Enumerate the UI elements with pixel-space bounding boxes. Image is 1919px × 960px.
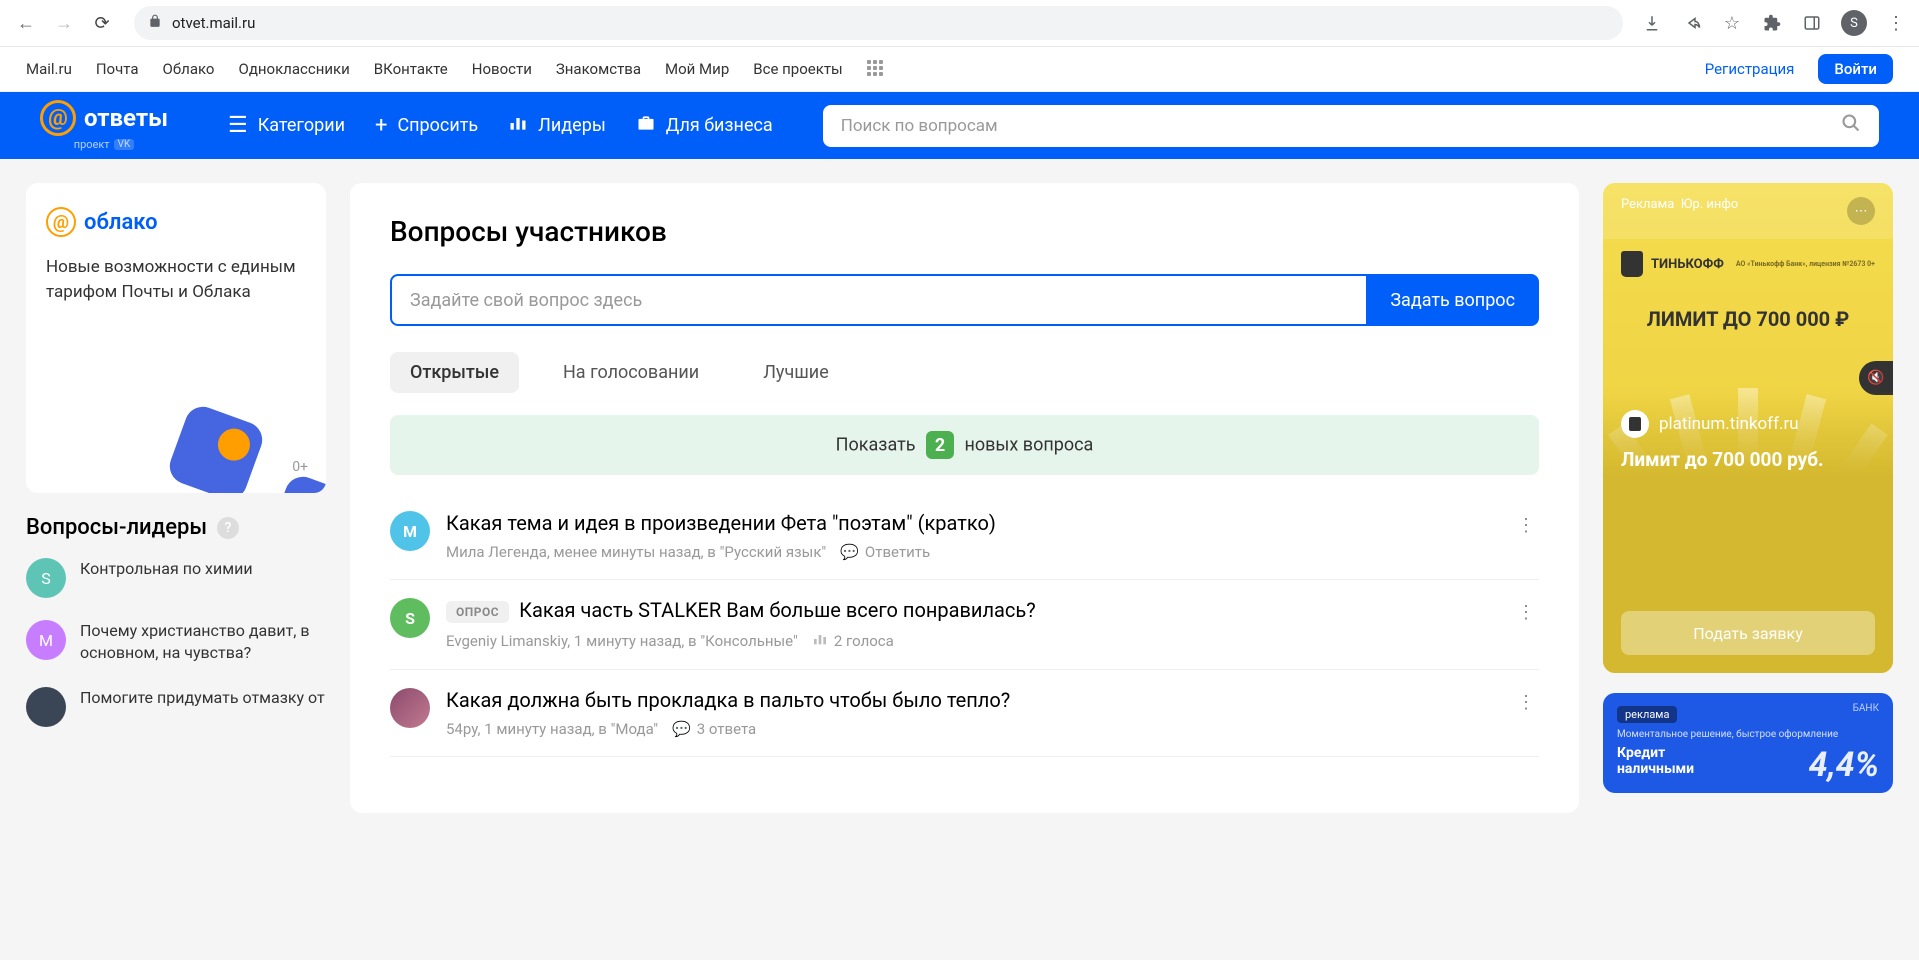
more-icon[interactable]: ⋮	[1513, 688, 1539, 717]
at-icon: @	[40, 100, 76, 136]
leaders-title: Вопросы-лидеры ?	[26, 515, 326, 540]
answers-icon: 💬	[672, 720, 691, 738]
leaders-button[interactable]: Лидеры	[508, 113, 606, 139]
menu-icon[interactable]: ⋮	[1885, 12, 1907, 34]
reply-icon: 💬	[840, 543, 859, 561]
briefcase-icon	[636, 113, 656, 139]
mute-icon[interactable]: 🔇	[1859, 361, 1893, 395]
question-meta: Evgeniy Limanskiy, 1 минуту назад, в "Ко…	[446, 631, 1497, 651]
nav-ok[interactable]: Одноклассники	[239, 60, 350, 78]
avatar[interactable]: S	[390, 598, 430, 638]
tab-best[interactable]: Лучшие	[743, 352, 849, 393]
list-icon: ☰	[228, 113, 248, 138]
avatar[interactable]	[390, 688, 430, 728]
tinkoff-ad[interactable]: Реклама Юр. инфо ⋯ ТИНЬКОФФ АО «Тинькофф…	[1603, 183, 1893, 673]
business-button[interactable]: Для бизнеса	[636, 113, 773, 139]
avatar	[26, 687, 66, 727]
ask-input[interactable]	[390, 274, 1366, 326]
leader-item[interactable]: М Почему христианство давит, в основном,…	[26, 620, 326, 665]
search-icon[interactable]	[1841, 113, 1861, 138]
extensions-icon[interactable]	[1761, 12, 1783, 34]
logo[interactable]: @ ответы проектVK	[40, 100, 168, 151]
page-title: Вопросы участников	[390, 215, 1539, 248]
mailru-top-nav: Mail.ru Почта Облако Одноклассники ВКонт…	[0, 47, 1919, 92]
poll-icon	[812, 631, 828, 651]
categories-button[interactable]: ☰ Категории	[228, 113, 345, 138]
avatar[interactable]: М	[390, 511, 430, 551]
ad-graphic	[156, 373, 326, 493]
new-questions-banner[interactable]: Показать 2 новых вопроса	[390, 415, 1539, 475]
question-title[interactable]: ОПРОСКакая часть STALKER Вам больше всег…	[446, 598, 1497, 623]
login-button[interactable]: Войти	[1818, 54, 1893, 84]
more-icon[interactable]: ⋮	[1513, 511, 1539, 540]
more-icon[interactable]: ⋮	[1513, 598, 1539, 627]
ad-menu-icon[interactable]: ⋯	[1847, 197, 1875, 225]
question-action[interactable]: 💬3 ответа	[672, 720, 756, 738]
leader-item[interactable]: Помогите придумать отмазку от	[26, 687, 326, 727]
apply-button[interactable]: Подать заявку	[1621, 611, 1875, 655]
avatar: М	[26, 620, 66, 660]
forward-button[interactable]: →	[50, 9, 78, 37]
logo-text: ответы	[84, 104, 168, 132]
question-title[interactable]: Какая тема и идея в произведении Фета "п…	[446, 511, 1497, 535]
credit-ad[interactable]: реклама БАНК Моментальное решение, быстр…	[1603, 693, 1893, 793]
ad-text: Новые возможности с единым тарифом Почты…	[46, 255, 306, 304]
share-icon[interactable]	[1681, 12, 1703, 34]
sidepanel-icon[interactable]	[1801, 12, 1823, 34]
nav-vk[interactable]: ВКонтакте	[374, 60, 448, 78]
age-rating: 0+	[292, 459, 308, 475]
bars-icon	[508, 113, 528, 139]
at-icon: @	[46, 207, 76, 237]
question-row: S ОПРОСКакая часть STALKER Вам больше вс…	[390, 580, 1539, 670]
question-row: М Какая тема и идея в произведении Фета …	[390, 493, 1539, 580]
ask-submit-button[interactable]: Задать вопрос	[1366, 274, 1539, 326]
cloud-ad[interactable]: @ облако Новые возможности с единым тари…	[26, 183, 326, 493]
question-meta: 54ру, 1 минуту назад, в "Мода" 💬3 ответа	[446, 720, 1497, 738]
nav-dating[interactable]: Знакомства	[556, 60, 641, 78]
tab-voting[interactable]: На голосовании	[543, 352, 719, 393]
blue-header: @ ответы проектVK ☰ Категории + Спросить…	[0, 92, 1919, 159]
question-action[interactable]: 💬Ответить	[840, 543, 930, 561]
leader-item[interactable]: S Контрольная по химии	[26, 558, 326, 598]
leader-text: Контрольная по химии	[80, 558, 253, 598]
help-icon[interactable]: ?	[217, 517, 239, 539]
shield-icon	[1621, 251, 1643, 277]
ask-button[interactable]: + Спросить	[375, 113, 478, 138]
lock-icon	[148, 14, 162, 32]
plus-icon: +	[375, 113, 387, 138]
nav-mail[interactable]: Почта	[96, 60, 139, 78]
reload-button[interactable]: ⟳	[88, 9, 116, 37]
avatar: S	[26, 558, 66, 598]
question-row: Какая должна быть прокладка в пальто что…	[390, 670, 1539, 757]
leader-text: Помогите придумать отмазку от	[80, 687, 325, 727]
nav-myworld[interactable]: Мой Мир	[665, 60, 729, 78]
nav-cloud[interactable]: Облако	[163, 60, 215, 78]
nav-mailru[interactable]: Mail.ru	[26, 60, 72, 78]
back-button[interactable]: ←	[12, 9, 40, 37]
url-text: otvet.mail.ru	[172, 14, 255, 32]
question-meta: Мила Легенда, менее минуты назад, в "Рус…	[446, 543, 1497, 561]
nav-news[interactable]: Новости	[472, 60, 532, 78]
ad-limit-text: ЛИМИТ ДО 700 000 ₽	[1603, 307, 1893, 331]
search-input[interactable]	[841, 116, 1841, 136]
nav-all[interactable]: Все проекты	[753, 60, 842, 78]
install-icon[interactable]	[1641, 12, 1663, 34]
question-action[interactable]: 2 голоса	[812, 631, 894, 651]
apps-grid-icon[interactable]	[867, 60, 885, 78]
platinum-shield-icon	[1621, 410, 1649, 438]
poll-badge: ОПРОС	[446, 601, 509, 623]
register-link[interactable]: Регистрация	[1705, 60, 1795, 78]
browser-bar: ← → ⟳ otvet.mail.ru ☆ S ⋮	[0, 0, 1919, 47]
star-icon[interactable]: ☆	[1721, 12, 1743, 34]
search-box	[823, 105, 1879, 147]
url-bar[interactable]: otvet.mail.ru	[134, 6, 1623, 40]
profile-avatar[interactable]: S	[1841, 10, 1867, 36]
leader-text: Почему христианство давит, в основном, н…	[80, 620, 326, 665]
tab-open[interactable]: Открытые	[390, 352, 519, 393]
question-title[interactable]: Какая должна быть прокладка в пальто что…	[446, 688, 1497, 712]
